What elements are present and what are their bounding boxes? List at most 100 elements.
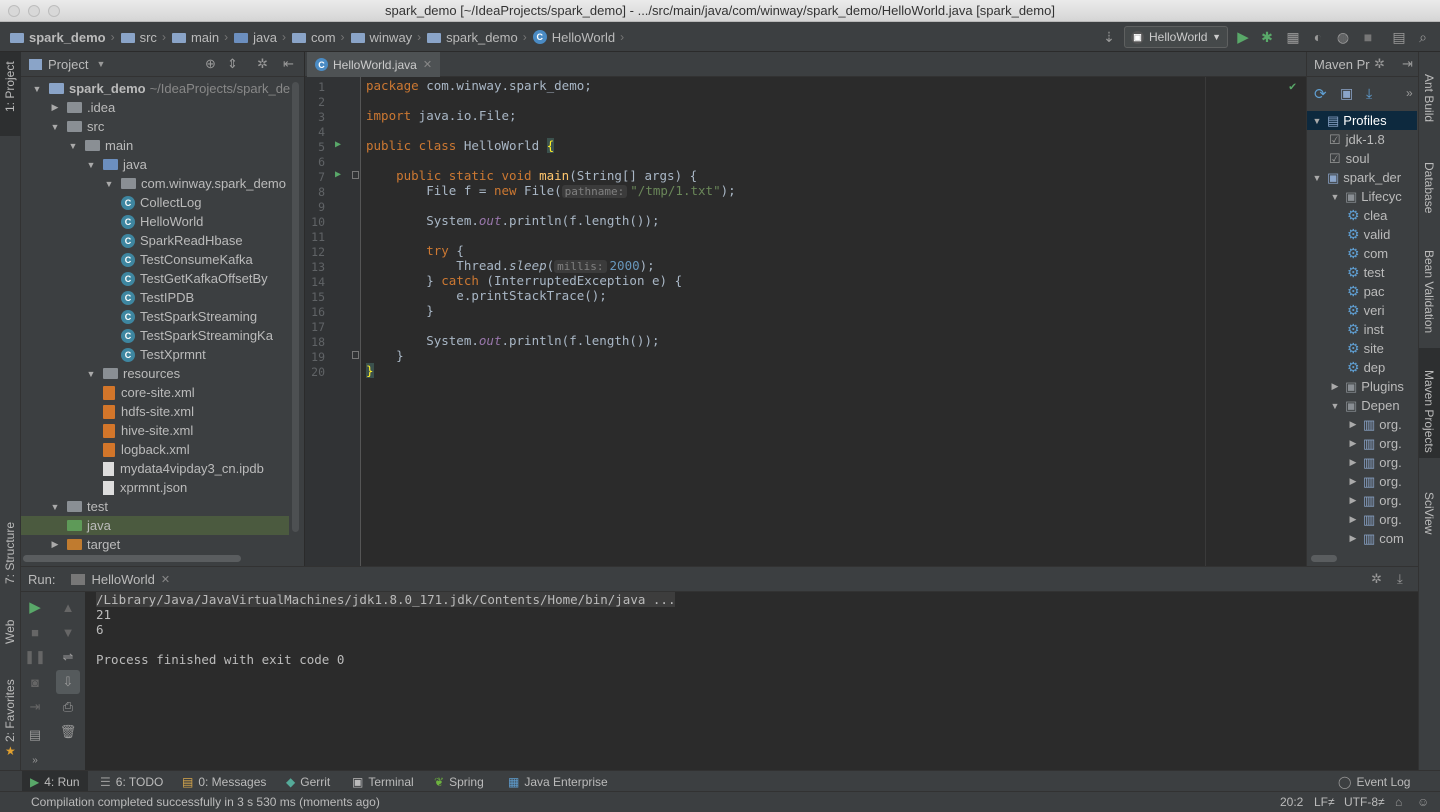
hide-icon[interactable]: ⤓ [1397, 571, 1403, 587]
database-tool-label[interactable]: Database [1422, 162, 1436, 213]
maven-tree-item[interactable]: ▶ ▥ org. [1347, 491, 1402, 510]
breadcrumb-item[interactable]: main [191, 30, 219, 45]
close-icon[interactable]: ✕ [423, 58, 432, 71]
print-icon[interactable]: ⎙ [58, 697, 78, 717]
expand-right-icon[interactable]: ▶ [1347, 476, 1359, 487]
ant-build-tool-label[interactable]: Ant Build [1422, 74, 1436, 122]
project-tree-item[interactable]: hive-site.xml [103, 421, 193, 440]
status-message[interactable]: Compilation completed successfully in 3 … [31, 795, 380, 809]
exit-icon[interactable]: ⇥ [25, 697, 45, 717]
maven-tree-item[interactable]: ▼ ▣ Lifecyc [1329, 187, 1402, 206]
project-tree-item[interactable]: C TestConsumeKafka [121, 250, 253, 269]
expand-down-icon[interactable]: ▼ [49, 502, 61, 512]
hide-icon[interactable]: ⇥ [1402, 56, 1413, 72]
fold-marker-icon[interactable] [352, 351, 359, 359]
project-tree-item[interactable]: java [21, 516, 289, 535]
scroll-to-end-icon[interactable]: ⇩ [56, 670, 80, 694]
project-tree-item[interactable]: xprmnt.json [103, 478, 187, 497]
project-tree-item[interactable]: ▼ test [49, 497, 108, 516]
hide-icon[interactable]: ⇤ [283, 56, 294, 72]
project-tree-item[interactable]: core-site.xml [103, 383, 195, 402]
expand-right-icon[interactable]: ▶ [49, 539, 61, 550]
bean-validation-tool-label[interactable]: Bean Validation [1422, 250, 1436, 333]
run-config-select[interactable]: ▣ HelloWorld ▼ [1124, 26, 1228, 48]
expand-down-icon[interactable]: ▼ [67, 141, 79, 151]
project-tree-item[interactable]: C CollectLog [121, 193, 201, 212]
todo-tool-button[interactable]: ☰ 6: TODO [100, 771, 163, 792]
coverage-icon[interactable]: ▦ [1284, 28, 1302, 46]
expand-down-icon[interactable]: ▼ [85, 160, 97, 170]
breadcrumb-item[interactable]: com [311, 30, 336, 45]
console-output[interactable]: /Library/Java/JavaVirtualMachines/jdk1.8… [85, 592, 1418, 770]
project-tree-item[interactable]: ▼ java [85, 155, 147, 174]
layout-icon[interactable]: ▤ [25, 725, 45, 745]
expand-right-icon[interactable]: ▶ [1347, 438, 1359, 449]
generate-sources-icon[interactable]: ▣ [1340, 85, 1353, 102]
project-tree-item[interactable]: C SparkReadHbase [121, 231, 243, 250]
favorites-tool-label[interactable]: 2: Favorites [3, 679, 17, 742]
debug-icon[interactable]: ✱ [1258, 28, 1276, 46]
breadcrumb-item[interactable]: java [253, 30, 277, 45]
expand-right-icon[interactable]: ▶ [1347, 514, 1359, 525]
project-tree-item[interactable]: C TestSparkStreaming [121, 307, 257, 326]
fold-marker-icon[interactable] [352, 171, 359, 179]
sciview-tool-label[interactable]: SciView [1422, 492, 1436, 534]
build-icon[interactable]: ⇣ [1100, 28, 1118, 46]
stop-icon[interactable]: ■ [25, 622, 45, 642]
maven-tree-item[interactable]: ⚙ veri [1347, 301, 1385, 320]
stop-icon[interactable]: ■ [1359, 28, 1377, 46]
project-tree-item[interactable]: ▼ spark_demo ~/IdeaProjects/spark_de [31, 79, 291, 98]
expand-down-icon[interactable]: ▼ [49, 122, 61, 132]
close-icon[interactable]: ✕ [161, 573, 170, 586]
maven-tree-item[interactable]: ⚙ site [1347, 339, 1384, 358]
project-tree-item[interactable]: hdfs-site.xml [103, 402, 194, 421]
project-tool-label[interactable]: 1: Project [3, 61, 17, 112]
gear-icon[interactable]: ✲ [257, 56, 268, 72]
soft-wrap-icon[interactable]: ⇌ [58, 647, 78, 667]
horizontal-scrollbar[interactable] [1311, 555, 1337, 562]
maven-tree-item[interactable]: ⚙ pac [1347, 282, 1385, 301]
gear-icon[interactable]: ✲ [1374, 56, 1385, 72]
checkbox-icon[interactable]: ☑ [1329, 132, 1341, 148]
profile-icon[interactable]: ◐ [1309, 28, 1327, 46]
maven-tree-item[interactable]: ⚙ clea [1347, 206, 1387, 225]
java-enterprise-tool-button[interactable]: ▦ Java Enterprise [508, 771, 608, 792]
file-encoding[interactable]: UTF-8≠ [1344, 795, 1385, 809]
project-structure-icon[interactable]: ▤ [1390, 28, 1408, 46]
maven-tree-item[interactable]: ⚙ com [1347, 244, 1388, 263]
up-arrow-icon[interactable]: ▲ [58, 597, 78, 617]
more-icon[interactable]: » [25, 750, 45, 770]
project-tree-item[interactable]: ▶ .idea [49, 98, 116, 117]
locate-icon[interactable]: ⊕ [205, 56, 216, 72]
messages-tool-button[interactable]: ▤ 0: Messages [182, 771, 266, 792]
gear-icon[interactable]: ✲ [1371, 571, 1382, 587]
project-tree-item[interactable]: C TestGetKafkaOffsetBy [121, 269, 268, 288]
expand-right-icon[interactable]: ▶ [1347, 533, 1359, 544]
run-method-icon[interactable]: ▶ [335, 169, 341, 180]
expand-right-icon[interactable]: ▶ [49, 102, 61, 113]
maven-tree-item[interactable]: ▼ ▣ Depen [1329, 396, 1400, 415]
expand-down-icon[interactable]: ▼ [85, 369, 97, 379]
structure-tool-label[interactable]: 7: Structure [3, 522, 17, 584]
chevron-down-icon[interactable]: ▼ [96, 59, 105, 69]
event-log-button[interactable]: ◯ Event Log [1338, 771, 1410, 792]
tab-helloworld-java[interactable]: C HelloWorld.java ✕ [307, 52, 441, 77]
maven-tree-item[interactable]: ⚙ dep [1347, 358, 1385, 377]
maven-tree-item[interactable]: ▶ ▥ org. [1347, 510, 1402, 529]
expand-right-icon[interactable]: ▶ [1347, 495, 1359, 506]
maven-tree-item[interactable]: ▶ ▥ org. [1347, 415, 1402, 434]
run-class-icon[interactable]: ▶ [335, 139, 341, 150]
terminal-tool-button[interactable]: ▣ Terminal [352, 771, 414, 792]
pause-icon[interactable]: ❚❚ [24, 647, 46, 667]
refresh-icon[interactable]: ⟳ [1314, 85, 1327, 103]
spring-tool-button[interactable]: ❦ Spring [434, 771, 484, 792]
lock-icon[interactable]: ⌂ [1395, 795, 1402, 809]
maven-tree-item[interactable]: ☑ jdk-1.8 [1329, 130, 1385, 149]
expand-right-icon[interactable]: ▶ [1347, 419, 1359, 430]
breadcrumb-item[interactable]: src [140, 30, 157, 45]
vertical-scrollbar[interactable] [292, 82, 299, 532]
attach-icon[interactable]: ◍ [1334, 28, 1352, 46]
expand-right-icon[interactable]: ▶ [1329, 381, 1341, 392]
expand-down-icon[interactable]: ▼ [103, 179, 115, 189]
line-separator[interactable]: LF≠ [1314, 795, 1335, 809]
